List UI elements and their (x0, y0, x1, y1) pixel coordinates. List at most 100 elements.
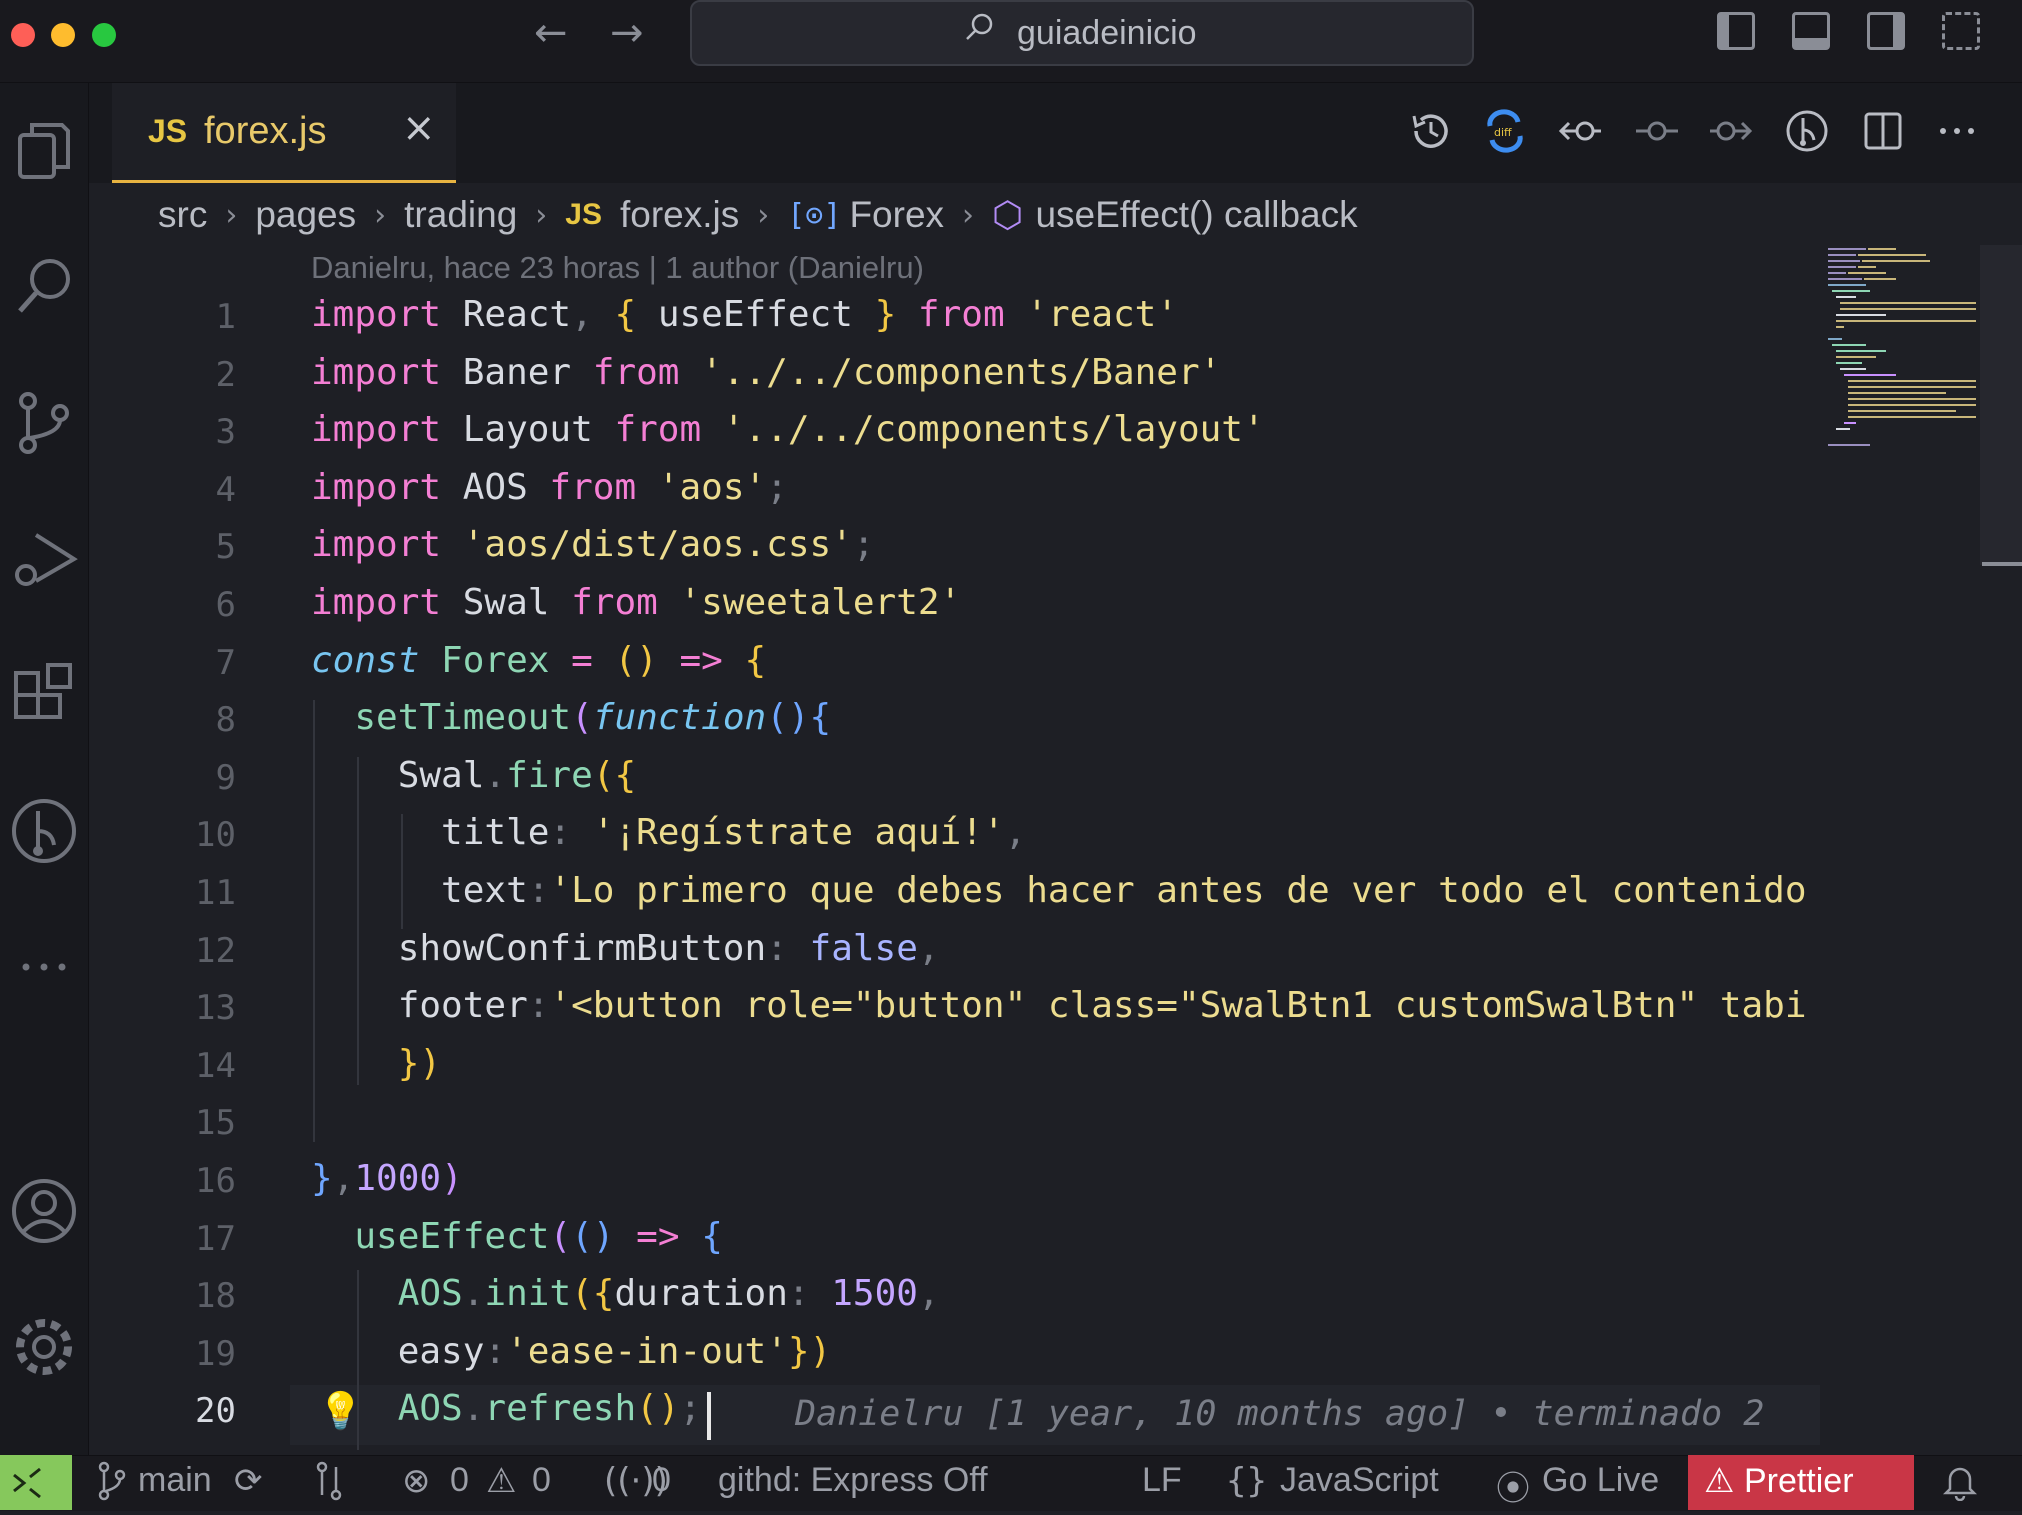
line-number: 15 (195, 1103, 236, 1144)
code-line[interactable]: import Layout from '../../components/lay… (311, 409, 1265, 450)
code-line[interactable]: import Baner from '../../components/Bane… (311, 352, 1221, 393)
code-token: useEffect (657, 294, 875, 335)
code-line[interactable]: setTimeout(function(){ (311, 697, 831, 738)
code-line[interactable]: title: '¡Regístrate aquí!', (311, 812, 1026, 853)
code-token: import (311, 294, 442, 335)
customize-layout-icon[interactable] (1942, 12, 1980, 50)
next-change-icon[interactable] (1708, 108, 1754, 154)
git-graph-icon[interactable] (1784, 108, 1830, 154)
warning-icon: ⚠ (1704, 1461, 1735, 1501)
warning-icon[interactable]: ⚠ (486, 1461, 516, 1501)
code-line[interactable]: Swal.fire({ (311, 755, 636, 796)
remote-indicator-button[interactable] (0, 1455, 72, 1510)
previous-change-icon[interactable] (1557, 108, 1603, 154)
toggle-secondary-sidebar-icon[interactable] (1867, 12, 1905, 50)
line-number: 2 (215, 354, 236, 395)
code-token: => (679, 639, 745, 681)
end-of-line-selector[interactable]: LF (1142, 1461, 1182, 1500)
toggle-panel-icon[interactable] (1792, 12, 1830, 50)
code-line[interactable]: import 'aos/dist/aos.css'; (311, 524, 875, 565)
sync-icon[interactable]: ⟳ (234, 1461, 263, 1501)
go-live-button[interactable]: Go Live (1542, 1461, 1659, 1500)
vertical-scrollbar[interactable] (1980, 245, 2022, 565)
breadcrumb-item-file[interactable]: forex.js (620, 194, 739, 236)
extensions-icon[interactable] (6, 657, 82, 733)
git-compare-icon[interactable] (314, 1461, 344, 1510)
code-token: . (484, 754, 507, 796)
title-bar: ← → guiadeinicio (0, 0, 2022, 83)
warning-count[interactable]: 0 (532, 1461, 551, 1500)
language-mode-selector[interactable]: JavaScript (1280, 1461, 1439, 1500)
code-line[interactable]: showConfirmButton: false, (311, 928, 940, 969)
code-line[interactable]: text:'Lo primero que debes hacer antes d… (311, 870, 1807, 911)
code-line[interactable]: import React, { useEffect } from 'react' (311, 294, 1178, 335)
commit-icon[interactable] (1634, 108, 1680, 154)
code-line[interactable]: useEffect(() => { (311, 1216, 723, 1257)
explorer-icon[interactable] (6, 113, 82, 189)
breadcrumb-item-symbol[interactable]: Forex (849, 194, 944, 236)
settings-gear-icon[interactable] (6, 1309, 82, 1385)
close-window-button[interactable] (11, 23, 35, 47)
error-count[interactable]: 0 (450, 1461, 469, 1500)
run-debug-icon[interactable] (6, 521, 82, 597)
minimap[interactable] (1826, 245, 1976, 465)
breadcrumb-item-callback[interactable]: useEffect() callback (1035, 194, 1357, 236)
maximize-window-button[interactable] (92, 23, 116, 47)
code-token: AOS (397, 1388, 463, 1430)
line-number: 4 (215, 469, 236, 510)
code-token: , (1004, 812, 1027, 854)
source-control-icon[interactable] (6, 385, 82, 461)
code-line[interactable]: }) (311, 1043, 441, 1084)
git-graph-icon[interactable] (6, 793, 82, 869)
ports-count[interactable]: 0 (652, 1461, 671, 1500)
inline-blame-annotation: Danielru [1 year, 10 months ago] • termi… (795, 1394, 1765, 1434)
code-line[interactable]: import AOS from 'aos'; (311, 467, 788, 508)
back-arrow-icon[interactable]: ← (534, 10, 568, 56)
code-token: refresh (484, 1388, 637, 1430)
code-token: ; (679, 1388, 702, 1430)
githd-status[interactable]: githd: Express Off (718, 1461, 988, 1500)
code-token: from (614, 409, 723, 451)
code-line[interactable]: easy:'ease-in-out'}) (311, 1331, 832, 1372)
code-token: Baner (441, 351, 593, 393)
command-center-search[interactable]: guiadeinicio (690, 0, 1474, 66)
line-number: 10 (195, 815, 236, 856)
forward-arrow-icon[interactable]: → (610, 10, 644, 56)
code-line[interactable]: AOS.init({duration: 1500, (311, 1273, 940, 1314)
code-line[interactable]: const Forex = () => { (311, 640, 766, 681)
code-token: AOS (441, 466, 550, 508)
search-icon[interactable] (6, 249, 82, 325)
code-token: import (311, 409, 442, 451)
code-token: Swal (441, 582, 572, 623)
notifications-bell-icon[interactable] (1942, 1461, 1978, 1510)
scrollbar-thumb[interactable] (1982, 562, 2022, 566)
split-editor-icon[interactable] (1860, 108, 1906, 154)
prettier-status-button[interactable]: ⚠ Prettier (1688, 1455, 1914, 1510)
breadcrumb-item-pages[interactable]: pages (255, 194, 356, 236)
tab-forex-js[interactable]: JS forex.js × (112, 83, 456, 183)
toggle-primary-sidebar-icon[interactable] (1717, 12, 1755, 50)
breadcrumb-item-trading[interactable]: trading (404, 194, 517, 236)
breadcrumb-item-src[interactable]: src (158, 194, 207, 236)
code-line[interactable]: },1000) (311, 1158, 463, 1199)
error-icon[interactable]: ⊗ (402, 1461, 431, 1501)
lightbulb-icon[interactable]: 💡 (318, 1390, 363, 1432)
code-line[interactable]: import Swal from 'sweetalert2' (311, 582, 961, 623)
codelens-blame-header[interactable]: Danielru, hace 23 horas | 1 author (Dani… (311, 250, 924, 286)
code-token: duration (614, 1273, 788, 1315)
more-icon[interactable] (6, 929, 82, 1005)
code-token: { (744, 639, 767, 681)
minimize-window-button[interactable] (51, 23, 75, 47)
more-actions-icon[interactable] (1934, 108, 1980, 154)
branch-name-button[interactable]: main (138, 1461, 212, 1500)
close-icon[interactable]: × (402, 105, 436, 151)
line-number: 13 (195, 988, 236, 1029)
timeline-history-icon[interactable] (1408, 108, 1454, 154)
chevron-right-icon: › (757, 197, 770, 233)
code-line[interactable]: footer:'<button role="button" class="Swa… (311, 985, 1807, 1026)
code-token: ( (549, 1215, 572, 1257)
open-changes-diff-icon[interactable]: diff (1482, 108, 1528, 154)
account-icon[interactable] (6, 1173, 82, 1249)
code-line[interactable]: AOS.refresh(); (311, 1388, 701, 1429)
